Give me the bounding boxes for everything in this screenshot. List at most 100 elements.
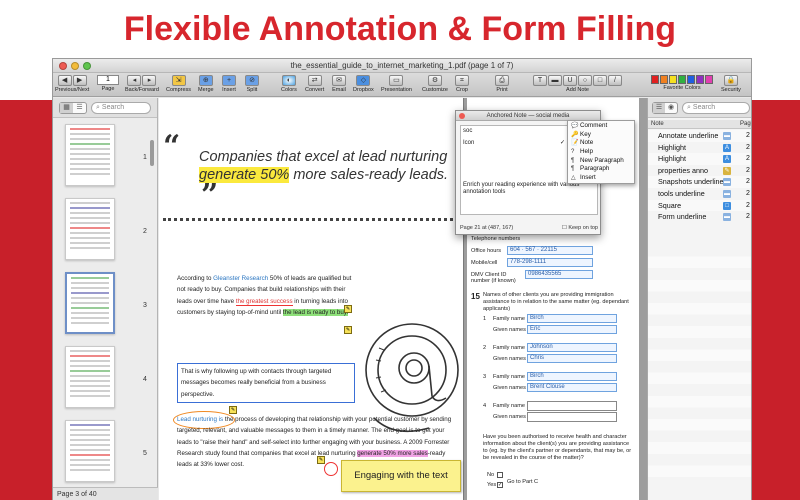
dotted-divider (163, 218, 459, 221)
page-thumbnail[interactable] (65, 346, 115, 408)
keep-on-top-checkbox[interactable]: ☐ Keep on top (562, 225, 598, 231)
notes-search-input[interactable]: ⌕ Search (682, 102, 750, 114)
lead-nurturing-link[interactable]: Lead nurturing is (177, 416, 223, 423)
sticky-note[interactable]: Engaging with the text (341, 460, 461, 492)
insert-icon: + (222, 75, 236, 86)
swatch-purple[interactable] (696, 75, 704, 84)
list-item[interactable]: Square □ 2 (648, 199, 751, 212)
underline-annotation[interactable]: the greatest success (235, 297, 293, 306)
note-icon[interactable]: ✎ (317, 456, 325, 464)
given-names-field[interactable]: Chris (527, 354, 617, 363)
notes-view-toggle[interactable]: ☰ ◉ (652, 102, 678, 114)
customize-button[interactable]: ⚙ Customize (422, 75, 448, 95)
back-forward-button[interactable]: ◂ ▸ Back/Forward (125, 75, 159, 95)
page-column-header[interactable]: Page (740, 120, 751, 129)
thumbnail-view-icon[interactable]: ▦ (60, 103, 73, 113)
favorite-colors-group[interactable]: Favorite Colors (651, 75, 713, 95)
page-thumbnail[interactable] (65, 198, 115, 260)
gleanster-link[interactable]: Gleanster Research (213, 275, 268, 282)
menu-item-key[interactable]: 🔑 Key (568, 131, 634, 140)
page-number-input[interactable]: 1 (97, 75, 119, 85)
list-item[interactable]: tools underline ▬ 2 (648, 188, 751, 200)
green-highlight[interactable]: the lead is ready to buy. (282, 308, 349, 316)
note-icon[interactable]: ✎ (344, 305, 352, 313)
menu-item-comment[interactable]: 💬 Comment (568, 122, 634, 131)
thumbnail-scrollbar[interactable] (150, 140, 154, 166)
view-mode-toggle[interactable]: ▦ ☰ (59, 102, 87, 114)
page-thumbnail[interactable] (65, 124, 115, 186)
swatch-red[interactable] (651, 75, 659, 84)
document-view[interactable]: “ Companies that excel at lead nurturing… (159, 98, 647, 500)
security-button[interactable]: 🔒 Security (721, 75, 741, 95)
family-name-field[interactable]: Johnson (527, 343, 617, 352)
split-button[interactable]: ⊘ Split (245, 75, 259, 95)
given-names-field[interactable]: Brent Clouse (527, 383, 617, 392)
crop-button[interactable]: ⌗ Crop (455, 75, 469, 95)
list-item[interactable]: Snapshots underline ▬ 2 (648, 176, 751, 188)
family-name-field[interactable]: Birch (527, 372, 617, 381)
convert-button[interactable]: ⇄ Convert (305, 75, 324, 95)
swatch-green[interactable] (678, 75, 686, 84)
boxed-paragraph[interactable]: That is why following up with contacts t… (177, 363, 355, 403)
merge-button[interactable]: ⊕ Merge (198, 75, 214, 95)
colors-button[interactable]: ◐ Colors (281, 75, 297, 95)
zoom-window-button[interactable] (83, 62, 91, 70)
circle-annotation[interactable] (324, 462, 338, 476)
swatch-yellow[interactable] (669, 75, 677, 84)
list-item[interactable]: Annotate underline ▬ 2 (648, 130, 751, 142)
list-item[interactable]: Highlight A 2 (648, 153, 751, 165)
highlight-icon[interactable]: ▬ (548, 75, 562, 86)
no-checkbox[interactable] (497, 472, 503, 478)
menu-item-new-paragraph[interactable]: ¶ New Paragraph (568, 157, 634, 166)
rectangle-icon[interactable]: □ (593, 75, 607, 86)
list-item[interactable]: Form underline ▬ 2 (648, 211, 751, 223)
minimize-window-button[interactable] (71, 62, 79, 70)
line-icon[interactable]: / (608, 75, 622, 86)
page-thumbnail[interactable] (65, 420, 115, 482)
print-button[interactable]: ⎙ Print (495, 75, 509, 95)
swatch-pink[interactable] (705, 75, 713, 84)
list-view-icon[interactable]: ☰ (73, 103, 86, 113)
eye-icon[interactable]: ◉ (665, 103, 677, 113)
family-name-field[interactable]: Birch (527, 314, 617, 323)
oval-icon[interactable]: ○ (578, 75, 592, 86)
note-body-text[interactable]: Enrich your reading experience with vari… (463, 182, 593, 196)
list-view-icon[interactable]: ☰ (653, 103, 665, 113)
note-icon[interactable]: ✎ (344, 326, 352, 334)
given-names-field[interactable]: Eric (527, 325, 617, 334)
customize-icon: ⚙ (427, 75, 442, 86)
popup-close-button[interactable] (459, 113, 465, 119)
note-icon[interactable]: ✎ (229, 406, 237, 414)
note-column-header[interactable]: Note (651, 120, 664, 129)
underline-icon[interactable]: U (563, 75, 577, 86)
text-annotation-icon[interactable]: T (533, 75, 547, 86)
thumbnail-search-input[interactable]: ⌕ Search (91, 102, 151, 114)
swatch-blue[interactable] (687, 75, 695, 84)
menu-item-note[interactable]: ✓ 📝 Note (560, 139, 634, 148)
forward-arrow-icon: ▸ (142, 75, 157, 86)
note-icon-menu[interactable]: 💬 Comment 🔑 Key ✓ 📝 Note ? Help ¶ New Paragrap… (560, 120, 635, 184)
swatch-orange[interactable] (660, 75, 668, 84)
presentation-button[interactable]: ▭ Presentation (381, 75, 412, 95)
prev-next-button[interactable]: ◀ ▶ Previous/Next (55, 75, 89, 95)
compress-button[interactable]: ⇲ Compress (166, 75, 191, 95)
close-window-button[interactable] (59, 62, 67, 70)
yes-checkbox[interactable]: ✓ (497, 482, 503, 488)
dmv-field[interactable]: 0986435565 (525, 270, 593, 279)
page-thumbnail-selected[interactable] (65, 272, 115, 334)
dropbox-button[interactable]: ◇ Dropbox (353, 75, 374, 95)
list-item[interactable]: Highlight A 2 (648, 142, 751, 154)
office-hours-field[interactable]: 604 · 567 · 22115 (507, 246, 593, 255)
mobile-field[interactable]: 778-298-1111 (507, 258, 593, 267)
add-note-group[interactable]: T ▬ U ○ □ / Add Note (533, 75, 622, 95)
entry-number: 1 (483, 316, 487, 322)
menu-item-help[interactable]: ? Help (568, 148, 634, 157)
dmv-label: DMV Client ID number (if known) (471, 272, 516, 284)
insert-button[interactable]: + Insert (222, 75, 236, 95)
family-name-field[interactable] (527, 401, 617, 411)
given-names-field[interactable] (527, 412, 617, 422)
list-item[interactable]: properties anno ✎ 2 (648, 165, 751, 177)
menu-item-insert[interactable]: △ Insert (568, 174, 634, 183)
email-button[interactable]: ✉ Email (332, 75, 346, 95)
menu-item-paragraph[interactable]: ¶ Paragraph (568, 165, 634, 174)
